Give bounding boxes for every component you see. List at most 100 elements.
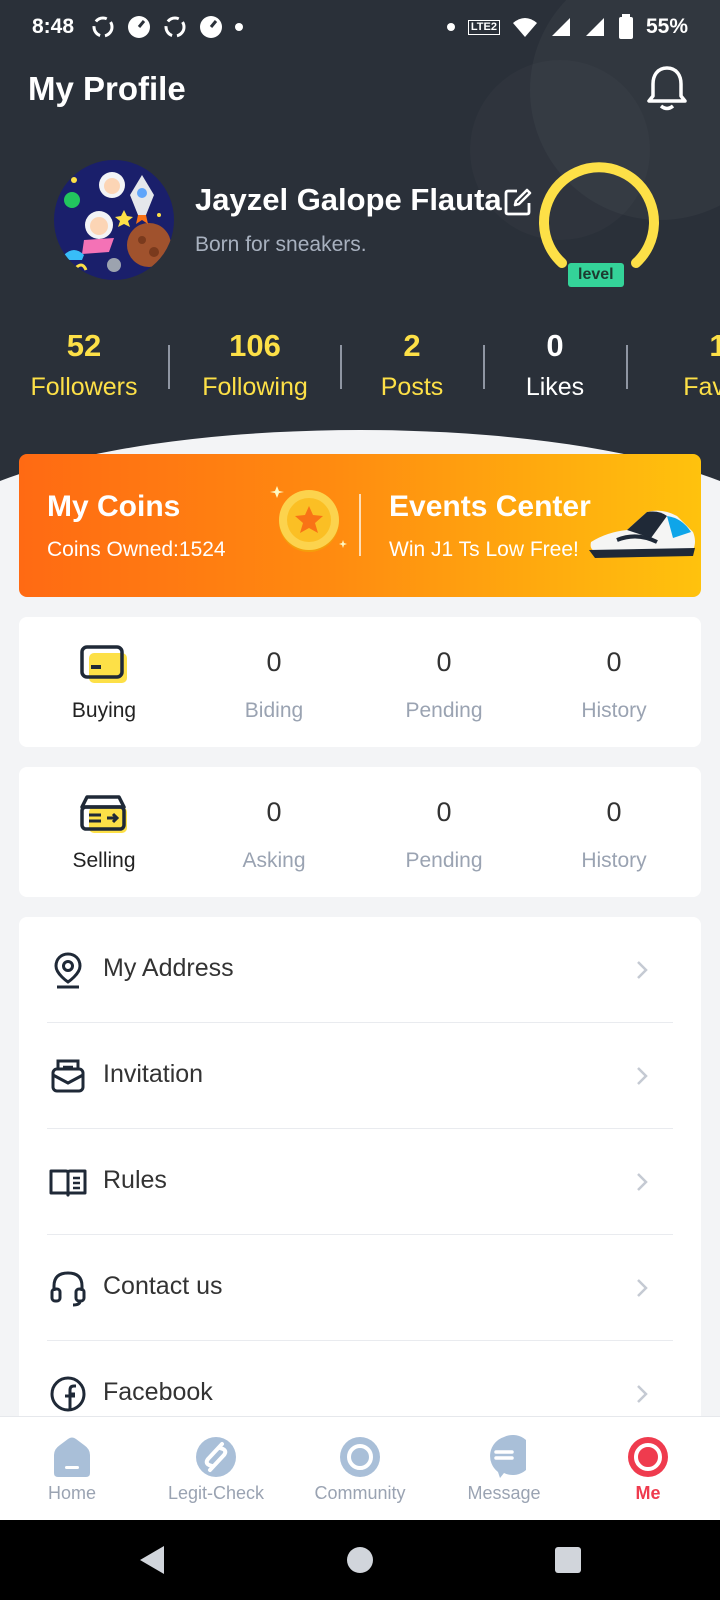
sync-notification-icon xyxy=(164,16,186,38)
nav-label: Message xyxy=(467,1483,541,1503)
message-icon xyxy=(490,1435,526,1478)
nav-home[interactable]: Home xyxy=(0,1417,144,1521)
chevron-right-icon xyxy=(637,1067,648,1085)
stat-followers[interactable]: 52 Followers xyxy=(31,325,138,407)
stat-posts[interactable]: 2 Posts xyxy=(381,325,444,407)
headset-icon xyxy=(50,1271,86,1307)
stat-value: 2 xyxy=(403,328,421,363)
user-bio: Born for sneakers. xyxy=(195,233,367,256)
buying-pending-button[interactable]: 0 Pending xyxy=(359,617,529,747)
selling-pending-label: Pending xyxy=(405,849,483,872)
location-pin-icon xyxy=(54,952,82,989)
signal-icon xyxy=(551,18,570,36)
stat-value: 52 xyxy=(66,328,102,363)
buying-history-count: 0 xyxy=(606,647,622,677)
selling-orders-card: Selling 0 Asking 0 Pending 0 History xyxy=(19,767,701,897)
gold-coin-icon xyxy=(270,486,347,552)
menu-item-label: Rules xyxy=(103,1166,167,1194)
nav-community[interactable]: Community xyxy=(288,1417,432,1521)
menu-item-contact-us[interactable]: Contact us xyxy=(19,1235,701,1341)
menu-item-rules[interactable]: Rules xyxy=(19,1129,701,1235)
stat-label: Posts xyxy=(380,373,444,401)
stat-following[interactable]: 106 Following xyxy=(202,325,308,407)
signal-icon xyxy=(585,18,604,36)
recents-icon[interactable] xyxy=(548,1540,588,1580)
stat-value: 1 xyxy=(709,328,720,363)
my-coins-section[interactable]: My Coins Coins Owned:1524 xyxy=(19,454,359,597)
avatar[interactable] xyxy=(54,160,174,280)
asking-label: Asking xyxy=(242,849,306,872)
stat-label: Favou xyxy=(683,373,720,401)
nav-label: Legit-Check xyxy=(167,1483,265,1503)
stat-divider xyxy=(626,345,628,389)
stat-favourites[interactable]: 1 Favou xyxy=(683,325,720,407)
envelope-icon xyxy=(51,1059,85,1093)
menu-item-invitation[interactable]: Invitation xyxy=(19,1023,701,1129)
notification-bell-icon[interactable] xyxy=(645,64,689,112)
chevron-right-icon xyxy=(637,961,648,979)
stat-divider xyxy=(483,345,485,389)
me-icon xyxy=(628,1437,668,1477)
system-navigation-bar xyxy=(0,1520,720,1600)
nav-legit-check[interactable]: Legit-Check xyxy=(144,1417,288,1521)
legit-check-icon xyxy=(196,1437,236,1477)
sync-notification-icon xyxy=(92,16,114,38)
menu-item-my-address[interactable]: My Address xyxy=(19,917,701,1023)
user-name: Jayzel Galope Flauta xyxy=(195,182,502,217)
buying-label: Buying xyxy=(71,699,137,722)
buying-history-label: History xyxy=(581,699,647,722)
asking-button[interactable]: 0 Asking xyxy=(189,767,359,897)
menu-item-label: Contact us xyxy=(103,1272,223,1300)
bottom-navigation: Home Legit-Check Community Message Me xyxy=(0,1416,720,1520)
events-center-title: Events Center xyxy=(389,490,591,523)
menu-item-label: My Address xyxy=(103,954,234,982)
buying-pending-count: 0 xyxy=(436,647,452,677)
book-icon xyxy=(49,1169,87,1197)
buying-history-button[interactable]: 0 History xyxy=(529,617,699,747)
selling-history-count: 0 xyxy=(606,797,622,827)
space-cartoon-avatar-icon xyxy=(54,160,174,280)
buying-button[interactable]: Buying xyxy=(19,617,189,747)
buying-pending-label: Pending xyxy=(405,699,483,722)
back-icon[interactable] xyxy=(132,1540,172,1580)
selling-history-label: History xyxy=(581,849,647,872)
edit-profile-icon[interactable] xyxy=(503,187,533,217)
nav-message[interactable]: Message xyxy=(432,1417,576,1521)
events-center-subtitle: Win J1 Ts Low Free! xyxy=(389,538,579,561)
selling-pending-button[interactable]: 0 Pending xyxy=(359,767,529,897)
menu-item-label: Facebook xyxy=(103,1378,213,1406)
page-title: My Profile xyxy=(28,70,186,107)
dot-notification-icon xyxy=(446,23,455,31)
wifi-icon xyxy=(512,18,537,37)
biding-count: 0 xyxy=(266,647,282,677)
stat-label: Likes xyxy=(525,373,585,401)
stat-likes[interactable]: 0 Likes xyxy=(526,325,584,407)
speedometer-notification-icon xyxy=(200,16,223,38)
home-button-icon[interactable] xyxy=(340,1540,380,1580)
community-icon xyxy=(340,1437,380,1477)
chevron-right-icon xyxy=(637,1173,648,1191)
biding-button[interactable]: 0 Biding xyxy=(189,617,359,747)
events-center-section[interactable]: Events Center Win J1 Ts Low Free! xyxy=(361,454,701,597)
stat-divider xyxy=(340,345,342,389)
stat-value: 0 xyxy=(546,328,564,363)
selling-button[interactable]: Selling xyxy=(19,767,189,897)
selling-history-button[interactable]: 0 History xyxy=(529,767,699,897)
profile-stats: 52 Followers 106 Following 2 Posts 0 Lik… xyxy=(0,325,720,415)
level-badge: level xyxy=(568,263,624,287)
nav-me[interactable]: Me xyxy=(576,1417,720,1521)
menu-item-label: Invitation xyxy=(103,1060,204,1088)
stat-label: Following xyxy=(202,373,308,401)
status-bar: 8:48 LTE2 55% xyxy=(0,0,720,54)
battery-icon xyxy=(618,14,633,39)
chevron-right-icon xyxy=(637,1385,648,1403)
nav-label: Me xyxy=(635,1483,661,1503)
dot-notification-icon xyxy=(235,23,244,31)
nav-label: Community xyxy=(314,1483,406,1503)
settings-menu: My Address Invitation Rules Contact us F… xyxy=(19,917,701,1437)
sneaker-icon xyxy=(589,510,695,558)
my-coins-title: My Coins xyxy=(47,490,181,523)
stat-value: 106 xyxy=(229,328,281,363)
volte-lte-icon: LTE2 xyxy=(467,19,500,35)
facebook-icon xyxy=(50,1376,86,1412)
